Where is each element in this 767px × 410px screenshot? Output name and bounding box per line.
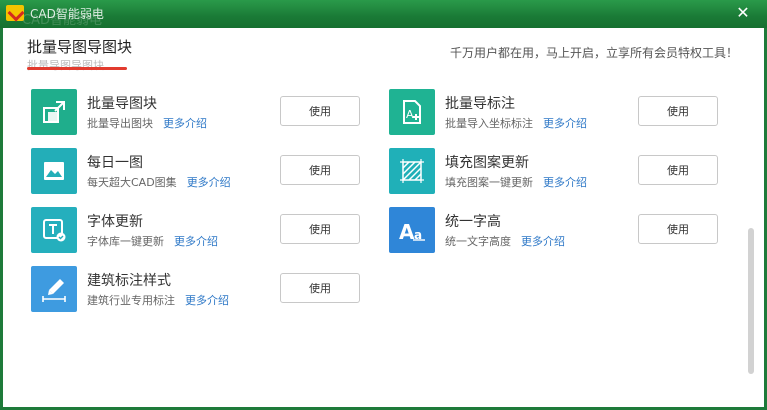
feature-card-text-height: A a 统一字高 统一文字高度 更多介绍 使用	[389, 207, 729, 255]
feature-desc-text: 统一文字高度	[445, 235, 511, 248]
feature-desc-text: 填充图案一键更新	[445, 176, 533, 189]
vertical-scrollbar[interactable]	[748, 228, 754, 374]
feature-card-export-dimension: A 批量导标注 批量导入坐标标注 更多介绍 使用	[389, 89, 729, 137]
more-info-link[interactable]: 更多介绍	[521, 235, 565, 248]
use-button-export-block[interactable]: 使用	[280, 96, 360, 126]
feature-card-hatch-update: 填充图案更新 填充图案一键更新 更多介绍 使用	[389, 148, 729, 196]
feature-card-arch-dimension: 建筑标注样式 建筑行业专用标注 更多介绍 使用	[31, 266, 371, 314]
feature-desc: 建筑行业专用标注 更多介绍	[87, 292, 229, 308]
more-info-link[interactable]: 更多介绍	[187, 176, 231, 189]
text-font-icon	[31, 207, 77, 253]
app-logo-icon	[6, 5, 24, 21]
feature-title: 每日一图	[87, 155, 143, 171]
feature-title: 批量导标注	[445, 96, 515, 112]
use-button-text-height[interactable]: 使用	[638, 214, 718, 244]
document-add-icon: A	[389, 89, 435, 135]
feature-desc: 字体库一键更新 更多介绍	[87, 233, 218, 249]
export-block-icon	[31, 89, 77, 135]
feature-desc: 批量导入坐标标注 更多介绍	[445, 115, 587, 131]
text-height-icon: A a	[389, 207, 435, 253]
window-title: CAD智能弱电	[30, 7, 104, 21]
feature-desc: 统一文字高度 更多介绍	[445, 233, 565, 249]
feature-desc: 每天超大CAD图集 更多介绍	[87, 174, 231, 190]
feature-desc: 填充图案一键更新 更多介绍	[445, 174, 587, 190]
feature-card-export-block: 批量导图块 批量导出图块 更多介绍 使用	[31, 89, 371, 137]
feature-card-font-update: 字体更新 字体库一键更新 更多介绍 使用	[31, 207, 371, 255]
use-button-font-update[interactable]: 使用	[280, 214, 360, 244]
feature-desc-text: 字体库一键更新	[87, 235, 164, 248]
page-subtitle: 批量导图导图块	[27, 59, 104, 72]
feature-title: 填充图案更新	[445, 155, 529, 171]
hatch-pattern-icon	[389, 148, 435, 194]
title-bar: CAD智能弱电 CAD智能弱电 ✕	[0, 0, 767, 28]
feature-title: 统一字高	[445, 214, 501, 230]
feature-desc: 批量导出图块 更多介绍	[87, 115, 207, 131]
feature-desc-text: 批量导出图块	[87, 117, 153, 130]
feature-panel: 批量导图导图块 批量导图导图块 千万用户都在用，马上开启，立享所有会员特权工具！…	[3, 28, 764, 407]
feature-desc-text: 批量导入坐标标注	[445, 117, 533, 130]
more-info-link[interactable]: 更多介绍	[174, 235, 218, 248]
close-button[interactable]: ✕	[733, 3, 753, 23]
use-button-daily-drawing[interactable]: 使用	[280, 155, 360, 185]
feature-desc-text: 每天超大CAD图集	[87, 176, 177, 189]
svg-text:A: A	[406, 108, 414, 121]
more-info-link[interactable]: 更多介绍	[543, 117, 587, 130]
more-info-link[interactable]: 更多介绍	[163, 117, 207, 130]
feature-title: 字体更新	[87, 214, 143, 230]
image-icon	[31, 148, 77, 194]
feature-desc-text: 建筑行业专用标注	[87, 294, 175, 307]
page-title: 批量导图导图块	[27, 38, 133, 56]
svg-text:A: A	[399, 220, 415, 242]
use-button-hatch-update[interactable]: 使用	[638, 155, 718, 185]
more-info-link[interactable]: 更多介绍	[543, 176, 587, 189]
promo-slogan: 千万用户都在用，马上开启，立享所有会员特权工具！	[449, 46, 738, 60]
feature-title: 批量导图块	[87, 96, 157, 112]
feature-title: 建筑标注样式	[87, 273, 171, 289]
use-button-export-dimension[interactable]: 使用	[638, 96, 718, 126]
more-info-link[interactable]: 更多介绍	[185, 294, 229, 307]
title-underline	[27, 67, 127, 70]
feature-card-daily-drawing: 每日一图 每天超大CAD图集 更多介绍 使用	[31, 148, 371, 196]
use-button-arch-dimension[interactable]: 使用	[280, 273, 360, 303]
dimension-pen-icon	[31, 266, 77, 312]
